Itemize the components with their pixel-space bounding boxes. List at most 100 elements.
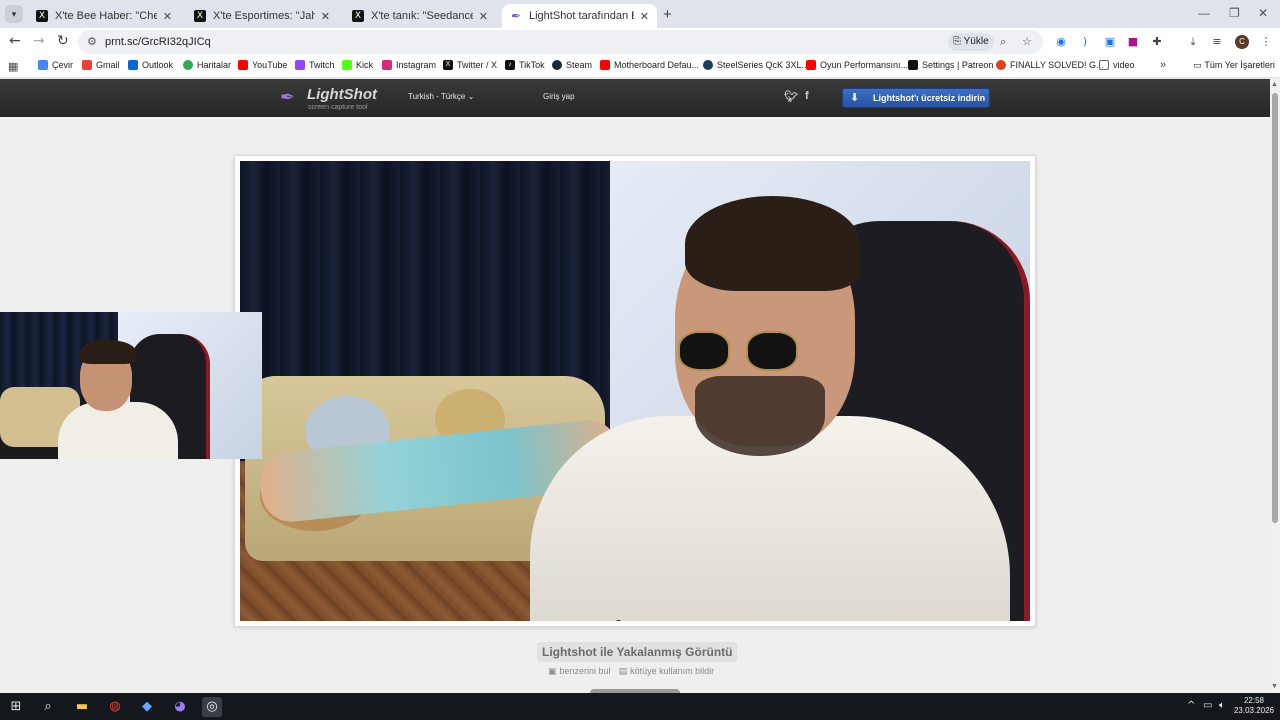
app-diamond-icon[interactable]: ◆ — [137, 697, 157, 717]
back-icon[interactable]: ← — [9, 33, 21, 49]
bookmark-label: Gmail — [96, 60, 120, 70]
bookmark-label: SteelSeries QcK 3XL... — [717, 60, 810, 70]
bookmarks-overflow-icon[interactable]: » — [1160, 59, 1166, 71]
volume-icon[interactable]: 🔈︎ — [1219, 700, 1225, 711]
login-link[interactable]: Giriş yap — [543, 92, 575, 101]
logo-text: LightShot — [307, 86, 377, 103]
twitch-icon — [295, 60, 305, 70]
bookmark-motherboard[interactable]: Motherboard Defau... — [600, 60, 699, 70]
address-bar[interactable]: ⚙ prnt.sc/GrcRI32qJICq ⎘ Yükle ⌕ ☆ — [78, 30, 1043, 54]
translate-icon — [38, 60, 48, 70]
restore-icon[interactable]: ❐ — [1229, 6, 1240, 20]
bookmark-twitter[interactable]: X Twitter / X — [443, 60, 497, 70]
close-icon[interactable]: ✕ — [163, 10, 172, 23]
bookmark-gmail[interactable]: Gmail — [82, 60, 120, 70]
close-icon[interactable]: ✕ — [479, 10, 488, 23]
vertical-scrollbar[interactable]: ▲ ▼ — [1270, 79, 1280, 693]
bookmark-patreon[interactable]: Settings | Patreon — [908, 60, 993, 70]
tab-bee-haber[interactable]: X X'te Bee Haber: "Cheetos, yaz o... ✕ — [28, 4, 180, 28]
search-icon[interactable]: ⌕ — [38, 697, 58, 717]
webcam-overlay — [0, 312, 262, 459]
reload-icon[interactable]: ↻ — [57, 33, 69, 49]
tab-title: X'te Esportimes: "Jahrein, CS2'y... — [213, 10, 315, 22]
tray-overflow-icon[interactable]: ^ — [1187, 700, 1195, 711]
beard — [695, 376, 825, 456]
extensions-puzzle-icon[interactable]: ✚ — [1150, 35, 1164, 49]
tab-search-chevron-icon[interactable]: ▾ — [5, 5, 23, 23]
menu-kebab-icon[interactable]: ⋮ — [1259, 35, 1273, 49]
camera-icon: ▣ — [548, 667, 557, 677]
bookmark-instagram[interactable]: Instagram — [382, 60, 436, 70]
bookmark-finally-solved[interactable]: FINALLY SOLVED! G... — [996, 60, 1104, 70]
extension-purple-icon[interactable]: ■ — [1126, 35, 1140, 49]
chrome-icon[interactable]: ◍ — [105, 697, 125, 717]
all-bookmarks-folder[interactable]: ▭ Tüm Yer İşaretleri — [1193, 60, 1275, 71]
lightshot-feather-icon: ✒ — [510, 9, 522, 23]
bookmark-haritalar[interactable]: Haritalar — [183, 60, 231, 70]
url-text[interactable]: prnt.sc/GrcRI32qJICq — [105, 36, 211, 48]
close-icon[interactable]: ✕ — [640, 10, 649, 23]
tab-seedance[interactable]: X X'te tanık: "Seedance 2.0 ile ha... ✕ — [344, 4, 496, 28]
bookmark-twitch[interactable]: Twitch — [295, 60, 335, 70]
tab-esportimes[interactable]: X X'te Esportimes: "Jahrein, CS2'y... ✕ — [186, 4, 338, 28]
site-settings-icon[interactable]: ⚙ — [87, 35, 97, 48]
screenshot-image[interactable]: ⊕ — [240, 161, 1030, 621]
bookmark-tiktok[interactable]: ♪ TikTok — [505, 60, 545, 70]
report-abuse-link[interactable]: ▤ kötüye kullanım bildir — [619, 666, 715, 677]
trash-icon: ▤ — [618, 667, 628, 677]
install-app-button[interactable]: ⎘ Yükle — [948, 33, 994, 51]
download-lightshot-button[interactable]: ⬇ Lightshot'ı ücretsiz indirin — [842, 88, 990, 108]
bookmark-outlook[interactable]: Outlook — [128, 60, 173, 70]
reading-list-icon[interactable]: ≡ — [1210, 35, 1224, 49]
minimize-icon[interactable]: — — [1198, 6, 1210, 20]
system-clock[interactable]: 22:58 23.03.2026 — [1232, 696, 1276, 716]
discord-icon[interactable]: ◕ — [170, 697, 190, 717]
window-close-icon[interactable]: ✕ — [1258, 6, 1268, 20]
instagram-icon — [382, 60, 392, 70]
bookmark-label: Motherboard Defau... — [614, 60, 700, 70]
bookmark-steelseries[interactable]: SteelSeries QcK 3XL... — [703, 60, 809, 70]
facebook-icon[interactable]: f — [805, 90, 809, 102]
bookmark-oyun-performansi[interactable]: Oyun Performansını... — [806, 60, 908, 70]
bookmark-folder-video[interactable]: video — [1099, 60, 1135, 70]
extension-skype-icon[interactable]: ◉ — [1054, 35, 1068, 49]
profile-avatar[interactable]: C — [1235, 35, 1249, 49]
extension-window-icon[interactable]: ▣ — [1103, 35, 1117, 49]
apps-grid-icon[interactable]: ▦ — [8, 60, 18, 73]
scroll-up-icon[interactable]: ▲ — [1271, 81, 1278, 88]
network-icon[interactable]: ▭ — [1203, 700, 1212, 711]
youtube-icon — [600, 60, 610, 70]
forward-icon[interactable]: → — [33, 33, 45, 49]
bookmark-label: Çevir — [52, 60, 74, 70]
tab-lightshot[interactable]: ✒ LightShot tarafından Ekran Görü... ✕ — [502, 4, 657, 28]
find-similar-link[interactable]: ▣ benzerini bul — [548, 666, 611, 677]
site-favicon-icon — [996, 60, 1006, 70]
page-content: ✒ LightShot screen capture tool Turkish … — [0, 79, 1270, 693]
bookmark-youtube[interactable]: YouTube — [238, 60, 287, 70]
scrollbar-thumb[interactable] — [1272, 93, 1278, 523]
scroll-down-icon[interactable]: ▼ — [1271, 683, 1278, 690]
extension-audio-icon[interactable]: ) — [1078, 35, 1092, 49]
bookmark-star-icon[interactable]: ☆ — [1022, 35, 1032, 48]
twitter-icon[interactable]: 🐦︎ — [784, 90, 798, 103]
sunglasses-left-lens — [678, 331, 730, 371]
outlook-icon — [128, 60, 138, 70]
bookmark-kick[interactable]: Kick — [342, 60, 373, 70]
windows-start-icon[interactable]: ⊞ — [6, 697, 26, 717]
tiktok-icon: ♪ — [505, 60, 515, 70]
zoom-icon[interactable]: ⌕ — [1000, 35, 1006, 49]
bookmark-label: YouTube — [252, 60, 288, 70]
new-tab-icon[interactable]: + — [663, 6, 672, 23]
bookmark-cevir[interactable]: Çevir — [38, 60, 73, 70]
language-dropdown[interactable]: Turkish - Türkçe ⌄ — [408, 92, 474, 101]
bookmark-steam[interactable]: Steam — [552, 60, 592, 70]
file-explorer-icon[interactable]: ▬ — [72, 697, 92, 717]
find-similar-label: benzerini bul — [559, 666, 611, 676]
image-actions: ▣ benzerini bul ▤ kötüye kullanım bildir — [548, 666, 714, 677]
recording-app-icon[interactable]: ◎ — [202, 697, 222, 717]
close-icon[interactable]: ✕ — [321, 10, 330, 23]
downloads-icon[interactable]: ⤓ — [1186, 35, 1200, 49]
folder-icon — [1099, 60, 1109, 70]
bookmark-label: video — [1113, 60, 1135, 70]
install-icon: ⎘ — [953, 36, 964, 47]
